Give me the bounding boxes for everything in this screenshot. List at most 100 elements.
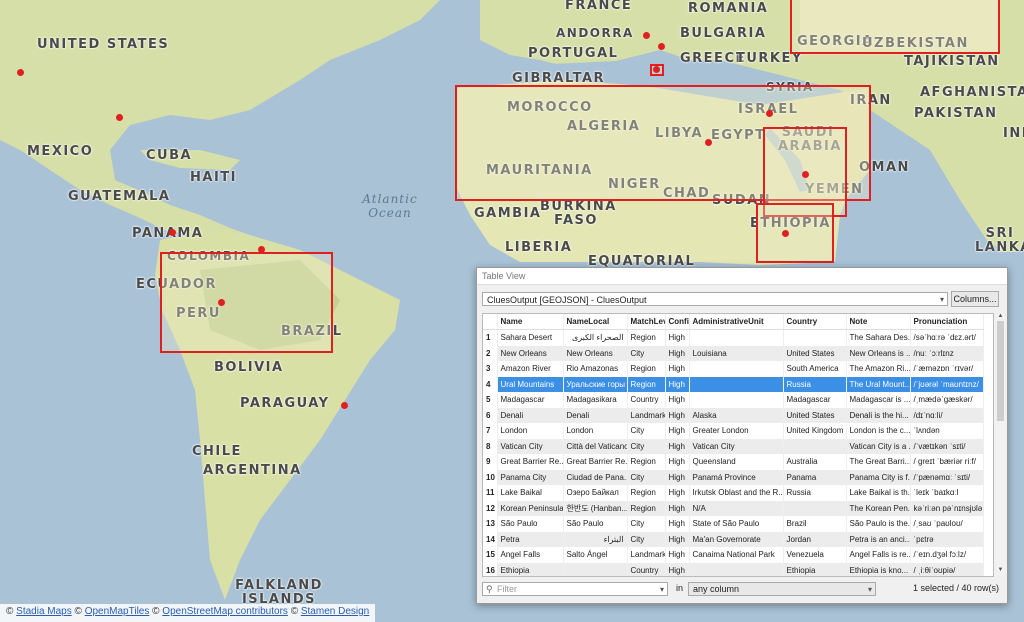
table-cell[interactable]: Madagascar is ... xyxy=(846,392,911,408)
table-row[interactable]: 14 Petra البتراء City High Ma'an Governorate J… xyxy=(483,531,984,547)
table-cell[interactable]: São Paulo is the... xyxy=(846,516,911,532)
table-cell[interactable]: Vatican City xyxy=(497,438,564,454)
table-cell[interactable] xyxy=(783,438,847,454)
table-cell[interactable]: / ˌiːθiˈoʊpiə/ xyxy=(910,562,984,576)
table-cell[interactable]: South America xyxy=(783,361,847,377)
table-cell[interactable]: Ciudad de Pana... xyxy=(563,469,628,485)
row-number[interactable]: 2 xyxy=(483,345,498,361)
table-cell[interactable]: London xyxy=(497,423,564,439)
table-cell[interactable]: Angel Falls xyxy=(497,547,564,563)
table-cell[interactable]: ˈleɪk ˈbaɪkɑːl xyxy=(910,485,984,501)
column-header[interactable]: Name xyxy=(497,314,564,330)
table-cell[interactable]: High xyxy=(665,376,690,392)
table-row[interactable]: 12 Korean Peninsula 한반도 (Hanban... Region Hi… xyxy=(483,500,984,516)
layer-select[interactable]: CluesOutput [GEOJSON] - CluesOutput ▾ xyxy=(482,292,948,306)
table-cell[interactable]: High xyxy=(665,361,690,377)
attribution-link[interactable]: Stadia Maps xyxy=(16,606,72,617)
table-cell[interactable]: Madagascar xyxy=(497,392,564,408)
table-cell[interactable]: Amazon River xyxy=(497,361,564,377)
table-cell[interactable]: / ɡreɪt ˈbæriər riːf/ xyxy=(910,454,984,470)
table-cell[interactable]: São Paulo xyxy=(563,516,628,532)
table-cell[interactable]: Russia xyxy=(783,485,847,501)
row-number[interactable]: 14 xyxy=(483,531,498,547)
table-row[interactable]: 8 Vatican City Città del Vaticano City High V… xyxy=(483,438,984,454)
row-number[interactable]: 15 xyxy=(483,547,498,563)
table-cell[interactable]: /ˈvætɪkən ˈsɪti/ xyxy=(910,438,984,454)
map-marker[interactable] xyxy=(258,246,265,253)
table-cell[interactable] xyxy=(563,562,628,576)
table-cell[interactable]: Panama xyxy=(783,469,847,485)
table-cell[interactable]: Città del Vaticano xyxy=(563,438,628,454)
map-marker[interactable] xyxy=(658,43,665,50)
table-cell[interactable]: Salto Ángel xyxy=(563,547,628,563)
table-cell[interactable]: High xyxy=(665,407,690,423)
table-cell[interactable]: Canaima National Park xyxy=(689,547,784,563)
table-cell[interactable]: Ma'an Governorate xyxy=(689,531,784,547)
table-cell[interactable] xyxy=(783,500,847,516)
table-cell[interactable]: Region xyxy=(627,454,666,470)
table-row[interactable]: 15 Angel Falls Salto Ángel Landmark High Cana… xyxy=(483,547,984,563)
map-marker[interactable] xyxy=(643,32,650,39)
highlight-box[interactable] xyxy=(790,0,1000,54)
map-marker[interactable] xyxy=(17,69,24,76)
table-cell[interactable]: High xyxy=(665,438,690,454)
table-cell[interactable]: City xyxy=(627,516,666,532)
table-cell[interactable]: Madagascar xyxy=(783,392,847,408)
table-cell[interactable]: United States xyxy=(783,407,847,423)
table-cell[interactable]: High xyxy=(665,392,690,408)
row-number[interactable]: 12 xyxy=(483,500,498,516)
table-cell[interactable]: Ethiopia is kno... xyxy=(846,562,911,576)
table-cell[interactable]: /ˈeɪn.dʒəl fɔːlz/ xyxy=(910,547,984,563)
column-header[interactable]: Country xyxy=(783,314,847,330)
table-cell[interactable]: High xyxy=(665,516,690,532)
table-cell[interactable]: Australia xyxy=(783,454,847,470)
row-number[interactable]: 9 xyxy=(483,454,498,470)
table-cell[interactable]: New Orleans xyxy=(563,345,628,361)
table-cell[interactable]: The Great Barri... xyxy=(846,454,911,470)
row-number[interactable]: 13 xyxy=(483,516,498,532)
vertical-scrollbar[interactable]: ▲ ▼ xyxy=(996,313,1005,575)
table-cell[interactable]: City xyxy=(627,345,666,361)
table-cell[interactable]: Angel Falls is re... xyxy=(846,547,911,563)
table-cell[interactable]: New Orleans is ... xyxy=(846,345,911,361)
map-marker[interactable] xyxy=(766,110,773,117)
table-cell[interactable] xyxy=(689,376,784,392)
table-cell[interactable]: High xyxy=(665,469,690,485)
table-cell[interactable]: Queensland xyxy=(689,454,784,470)
table-cell[interactable]: /ˈjʊərəl ˈmaʊntɪnz/ xyxy=(910,376,984,392)
table-cell[interactable]: Great Barrier Re... xyxy=(497,454,564,470)
table-cell[interactable]: London xyxy=(563,423,628,439)
table-row[interactable]: 6 Denali Denali Landmark High Alaska United St… xyxy=(483,407,984,423)
table-cell[interactable]: High xyxy=(665,562,690,576)
map-marker[interactable] xyxy=(218,299,225,306)
map-marker[interactable] xyxy=(116,114,123,121)
table-cell[interactable]: The Amazon Ri... xyxy=(846,361,911,377)
attribution-link[interactable]: Stamen Design xyxy=(301,606,369,617)
table-cell[interactable]: Louisiana xyxy=(689,345,784,361)
table-row[interactable]: 10 Panama City Ciudad de Pana... City High Pa… xyxy=(483,469,984,485)
table-cell[interactable]: Region xyxy=(627,361,666,377)
table-cell[interactable]: Russia xyxy=(783,376,847,392)
map-marker[interactable] xyxy=(653,66,660,73)
table-cell[interactable]: 한반도 (Hanban... xyxy=(563,500,628,516)
table-cell[interactable] xyxy=(689,329,784,346)
table-cell[interactable]: Vatican City is a ... xyxy=(846,438,911,454)
table-cell[interactable]: New Orleans xyxy=(497,345,564,361)
scrollbar-thumb[interactable] xyxy=(997,321,1004,421)
scroll-down-icon[interactable]: ▼ xyxy=(996,567,1005,575)
table-cell[interactable]: City xyxy=(627,469,666,485)
column-header[interactable]: AdministrativeUnit xyxy=(689,314,784,330)
row-number[interactable]: 16 xyxy=(483,562,498,576)
table-cell[interactable]: الصحراء الكبرى xyxy=(563,329,628,346)
attribution-link[interactable]: OpenStreetMap contributors xyxy=(162,606,288,617)
row-number[interactable]: 4 xyxy=(483,376,498,392)
table-cell[interactable]: /nuː ˈɔːrlɪnz xyxy=(910,345,984,361)
table-cell[interactable]: High xyxy=(665,345,690,361)
table-cell[interactable]: /ˈpænəmɑː ˈsɪti/ xyxy=(910,469,984,485)
table-cell[interactable]: High xyxy=(665,329,690,346)
row-number[interactable]: 11 xyxy=(483,485,498,501)
scroll-up-icon[interactable]: ▲ xyxy=(996,313,1005,321)
table-cell[interactable]: The Ural Mount... xyxy=(846,376,911,392)
table-cell[interactable]: The Sahara Des... xyxy=(846,329,911,346)
table-cell[interactable]: البتراء xyxy=(563,531,628,547)
